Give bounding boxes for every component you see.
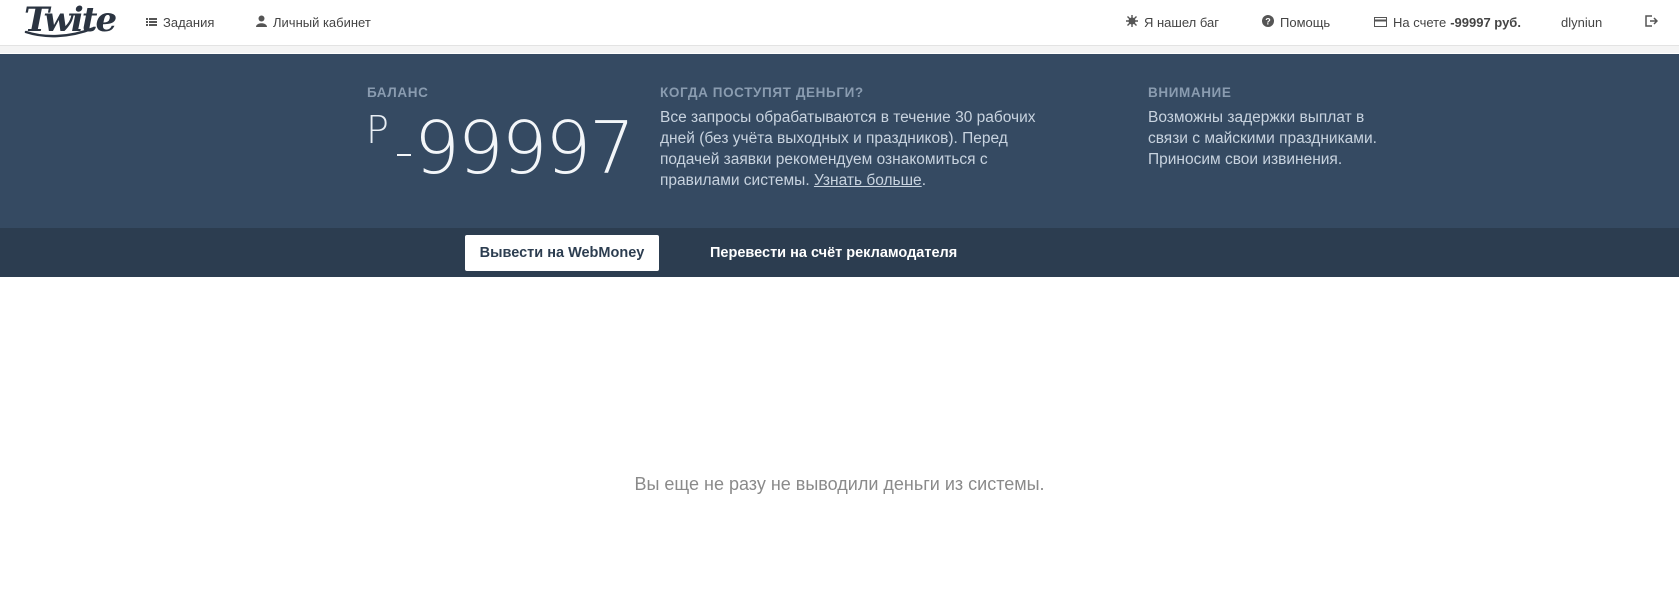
credit-card-icon — [1374, 15, 1387, 30]
currency-symbol: Р — [366, 108, 389, 152]
transfer-advertiser-button[interactable]: Перевести на счёт рекламодателя — [700, 235, 967, 271]
when-money-label: КОГДА ПОСТУПЯТ ДЕНЬГИ? — [660, 85, 864, 100]
nav-bug[interactable]: Я нашел баг — [1126, 12, 1219, 32]
empty-state-message: Вы еще не разу не выводили деньги из сис… — [634, 474, 1045, 494]
when-money-text: Все запросы обрабатываются в течение 30 … — [660, 107, 1060, 191]
nav-cabinet-label: Личный кабинет — [273, 14, 371, 30]
when-money-period: . — [921, 172, 926, 189]
balance-amount: 99997 — [414, 106, 635, 190]
logout-icon — [1645, 14, 1659, 30]
logout-button[interactable] — [1645, 12, 1659, 32]
logo-swoosh-icon — [24, 26, 96, 38]
nav-username[interactable]: dlyniun — [1561, 12, 1602, 32]
balance-label: БАЛАНС — [367, 85, 429, 100]
nav-account-value: -99997 руб. — [1450, 14, 1521, 30]
nav-tasks[interactable]: Задания — [146, 12, 214, 32]
nav-cabinet[interactable]: Личный кабинет — [256, 12, 371, 32]
attention-label: ВНИМАНИЕ — [1148, 85, 1232, 100]
list-icon — [146, 15, 157, 30]
nav-tasks-label: Задания — [163, 14, 215, 30]
attention-text: Возможны задержки выплат в связи с майск… — [1148, 109, 1377, 168]
svg-text:?: ? — [1265, 16, 1271, 26]
navbar-shadow — [0, 46, 1679, 53]
nav-bug-label: Я нашел баг — [1144, 14, 1219, 30]
withdraw-webmoney-button[interactable]: Вывести на WebMoney — [465, 235, 659, 271]
learn-more-link[interactable]: Узнать больше — [814, 172, 922, 189]
bug-icon — [1126, 14, 1138, 30]
top-navbar: Twite Задания Личный кабинет Я нашел баг… — [0, 0, 1679, 46]
question-circle-icon: ? — [1262, 14, 1274, 30]
username-label: dlyniun — [1561, 14, 1603, 30]
nav-account-balance[interactable]: На счете -99997 руб. — [1374, 12, 1521, 32]
nav-help[interactable]: ? Помощь — [1262, 12, 1330, 32]
nav-account-prefix: На счете — [1393, 14, 1447, 30]
nav-help-label: Помощь — [1280, 14, 1331, 30]
user-icon — [256, 15, 267, 30]
balance-sign — [397, 154, 411, 156]
